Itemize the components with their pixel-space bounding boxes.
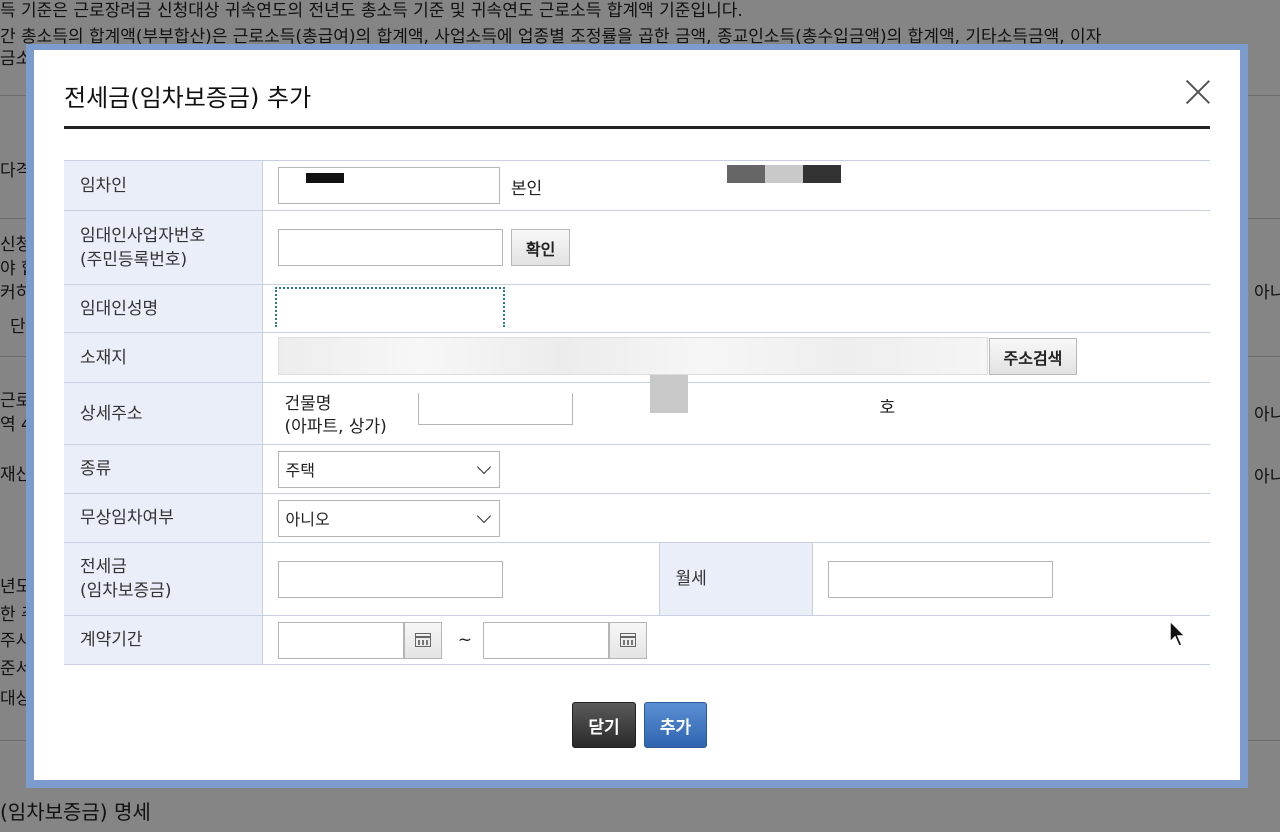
- calendar-icon: [619, 633, 636, 647]
- title-divider: [64, 126, 1210, 129]
- row-contract-period: 계약기간 ~: [64, 615, 1210, 665]
- location-field: 주소검색: [262, 332, 1210, 383]
- mouse-pointer-icon: [1169, 620, 1187, 647]
- type-field: 주택: [262, 444, 1210, 494]
- lessor-id-input[interactable]: [277, 229, 503, 266]
- end-date-input[interactable]: [482, 621, 609, 659]
- type-label: 종류: [64, 444, 263, 494]
- lessor-id-label: 임대인사업자번호 (주민등록번호): [64, 210, 263, 285]
- row-location: 소재지 주소검색: [64, 332, 1210, 383]
- close-icon[interactable]: [1184, 78, 1212, 106]
- free-lease-selected-value: 아니오: [285, 510, 330, 529]
- monthly-rent-field: [812, 542, 1210, 616]
- lessor-name-input[interactable]: [274, 287, 505, 327]
- add-button[interactable]: 추가: [644, 702, 707, 748]
- lessor-id-field: 확인: [262, 210, 1210, 285]
- lessee-field: 본인: [262, 160, 1210, 211]
- location-input[interactable]: [277, 337, 988, 375]
- deposit-label-line1: 전세금: [80, 557, 127, 577]
- row-lessor-id: 임대인사업자번호 (주민등록번호) 확인: [64, 210, 1210, 285]
- free-lease-label: 무상임차여부: [64, 493, 263, 543]
- address-search-button[interactable]: 주소검색: [988, 338, 1078, 375]
- lessor-id-label-line2: (주민등록번호): [80, 249, 188, 270]
- deposit-input[interactable]: [277, 560, 503, 598]
- row-detail-address: 상세주소 건물명 (아파트, 상가) 호: [64, 375, 1210, 445]
- row-deposit: 전세금 (임차보증금) 월세: [64, 542, 1210, 616]
- add-deposit-dialog: 전세금(임차보증금) 추가 임차인 본인 임대인사업자번호 (주민등록번호) 확…: [34, 50, 1240, 780]
- monthly-rent-input[interactable]: [827, 560, 1053, 598]
- redacted-block: [726, 165, 765, 183]
- lessee-self-label: 본인: [510, 178, 543, 199]
- contract-period-label: 계약기간: [64, 615, 263, 665]
- deposit-form: 임차인 본인 임대인사업자번호 (주민등록번호) 확인 임대인성명 소재지 주소…: [64, 160, 1210, 665]
- calendar-icon: [414, 633, 431, 647]
- end-date-calendar-button[interactable]: [608, 621, 647, 659]
- contract-period-field: ~: [262, 615, 1210, 665]
- row-type: 종류 주택: [64, 444, 1210, 494]
- type-selected-value: 주택: [285, 461, 315, 480]
- monthly-rent-label: 월세: [659, 542, 813, 616]
- lessee-label: 임차인: [64, 160, 263, 211]
- chevron-down-icon: [476, 459, 491, 474]
- unit-suffix-label: 호: [879, 398, 896, 418]
- free-lease-select[interactable]: 아니오: [277, 499, 500, 537]
- location-label: 소재지: [64, 332, 263, 383]
- start-date-input[interactable]: [277, 621, 404, 659]
- row-free-lease: 무상임차여부 아니오: [64, 493, 1210, 543]
- detail-address-label: 상세주소: [64, 382, 263, 445]
- lessor-name-field: [262, 284, 1210, 333]
- row-lessee: 임차인 본인: [64, 160, 1210, 211]
- free-lease-field: 아니오: [262, 493, 1210, 543]
- date-range-separator: ~: [457, 630, 473, 650]
- deposit-field: [262, 542, 660, 616]
- detail-address-field: 건물명 (아파트, 상가) 호: [262, 375, 1210, 445]
- dialog-title: 전세금(임차보증금) 추가: [64, 84, 312, 112]
- confirm-button[interactable]: 확인: [510, 229, 571, 266]
- type-select[interactable]: 주택: [277, 450, 500, 488]
- start-date-calendar-button[interactable]: [403, 621, 442, 659]
- building-name-label: 건물명 (아파트, 상가): [285, 393, 387, 439]
- deposit-label: 전세금 (임차보증금): [64, 542, 263, 616]
- close-button[interactable]: 닫기: [572, 702, 636, 748]
- row-lessor-name: 임대인성명: [64, 284, 1210, 333]
- redacted-name-block: [305, 173, 344, 183]
- lessor-name-label: 임대인성명: [64, 284, 263, 333]
- chevron-down-icon: [476, 508, 491, 523]
- redacted-block: [649, 375, 688, 413]
- building-name-input[interactable]: [417, 393, 573, 425]
- redacted-block: [802, 165, 841, 183]
- deposit-label-line2: (임차보증금): [80, 581, 172, 601]
- building-name-label-line1: 건물명: [284, 394, 332, 414]
- building-name-label-line2: (아파트, 상가): [284, 417, 387, 437]
- lessor-id-label-line1: 임대인사업자번호: [80, 225, 206, 246]
- redacted-block: [764, 165, 803, 183]
